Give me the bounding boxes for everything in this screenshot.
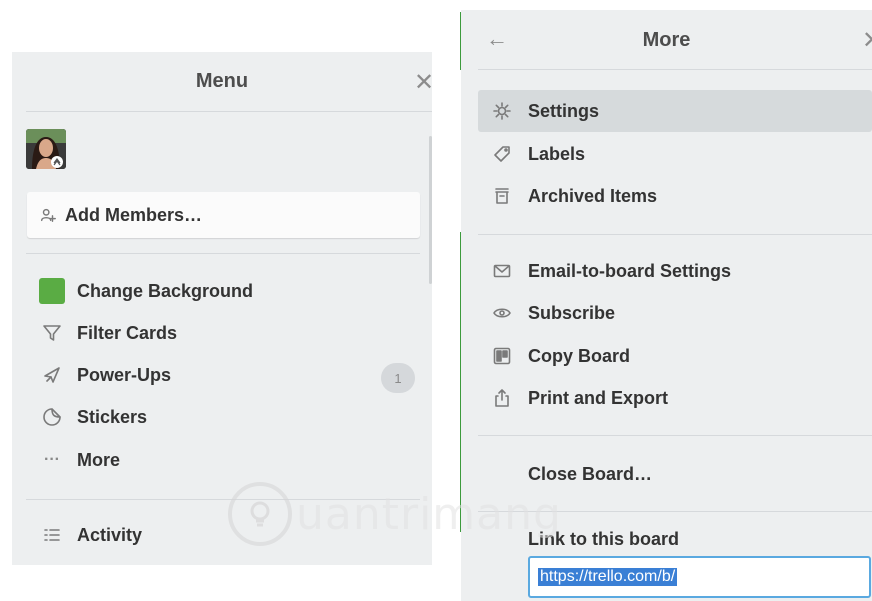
divider — [478, 435, 872, 436]
menu-item-change-background[interactable]: Change Background — [39, 278, 253, 304]
menu-item-label: Change Background — [77, 280, 254, 301]
share-icon — [491, 387, 513, 409]
close-icon[interactable]: ✕ — [862, 26, 872, 55]
menu-item-more[interactable]: ··· More — [39, 449, 120, 471]
filter-icon — [39, 322, 65, 344]
mail-icon — [491, 260, 513, 282]
activity-label: Activity — [77, 524, 143, 545]
more-item-print-and-export[interactable]: Print and Export — [491, 387, 668, 409]
close-board-button[interactable]: Close Board… — [528, 464, 652, 485]
divider — [26, 499, 420, 500]
link-to-board-label: Link to this board — [528, 529, 679, 550]
menu-item-filter-cards[interactable]: Filter Cards — [39, 322, 177, 344]
power-ups-count-badge: 1 — [381, 363, 415, 393]
menu-item-power-ups[interactable]: Power-Ups — [39, 364, 171, 386]
avatar[interactable] — [26, 129, 66, 169]
sticker-icon — [39, 406, 65, 428]
more-item-label: Email-to-board Settings — [528, 260, 732, 281]
more-item-label: Subscribe — [528, 302, 616, 323]
link-label: Link to this board — [528, 529, 679, 549]
more-item-subscribe[interactable]: Subscribe — [491, 302, 615, 324]
board-link-input[interactable]: https://trello.com/b/ — [528, 556, 871, 598]
board-link-url: https://trello.com/b/ — [538, 568, 678, 586]
divider — [26, 253, 420, 254]
menu-item-label: Filter Cards — [77, 322, 178, 343]
scrollbar[interactable] — [429, 136, 432, 284]
archive-icon — [491, 185, 513, 207]
divider — [478, 234, 872, 235]
menu-panel: Menu ✕ Add Members… Change Background Fi… — [12, 52, 432, 565]
menu-item-label: Stickers — [77, 406, 148, 427]
menu-item-stickers[interactable]: Stickers — [39, 406, 147, 428]
divider — [478, 69, 872, 70]
gear-icon — [491, 100, 513, 122]
add-members-label: Add Members… — [65, 204, 203, 225]
more-item-label: Print and Export — [528, 387, 669, 408]
more-item-settings[interactable]: Settings — [491, 100, 599, 122]
activity-icon — [39, 524, 65, 546]
more-item-email-to-board-settings[interactable]: Email-to-board Settings — [491, 260, 731, 282]
more-title: More — [642, 29, 691, 51]
add-members-button[interactable]: Add Members… — [27, 192, 420, 238]
menu-title: Menu — [195, 70, 249, 92]
more-item-archived-items[interactable]: Archived Items — [491, 185, 657, 207]
menu-item-label: Power-Ups — [77, 364, 172, 385]
close-board-label: Close Board… — [528, 464, 653, 484]
menu-item-label: More — [77, 449, 121, 470]
more-item-copy-board[interactable]: Copy Board — [491, 345, 630, 367]
activity-section-header[interactable]: Activity — [39, 524, 142, 546]
close-icon[interactable]: ✕ — [414, 68, 432, 97]
add-member-icon — [39, 204, 57, 226]
more-panel: ← More ✕ Settings Labels Archived Items … — [461, 10, 872, 601]
more-item-label: Labels — [528, 143, 586, 164]
more-item-label: Settings — [528, 100, 600, 121]
divider — [478, 511, 872, 512]
eye-icon — [491, 302, 513, 324]
copy-board-icon — [491, 345, 513, 367]
more-item-label: Archived Items — [528, 185, 658, 206]
ellipsis-icon: ··· — [44, 451, 60, 468]
tag-icon — [491, 143, 513, 165]
divider — [26, 111, 432, 112]
rocket-icon — [39, 364, 65, 386]
color-swatch — [39, 278, 65, 304]
more-item-label: Copy Board — [528, 345, 631, 366]
more-item-labels[interactable]: Labels — [491, 143, 585, 165]
